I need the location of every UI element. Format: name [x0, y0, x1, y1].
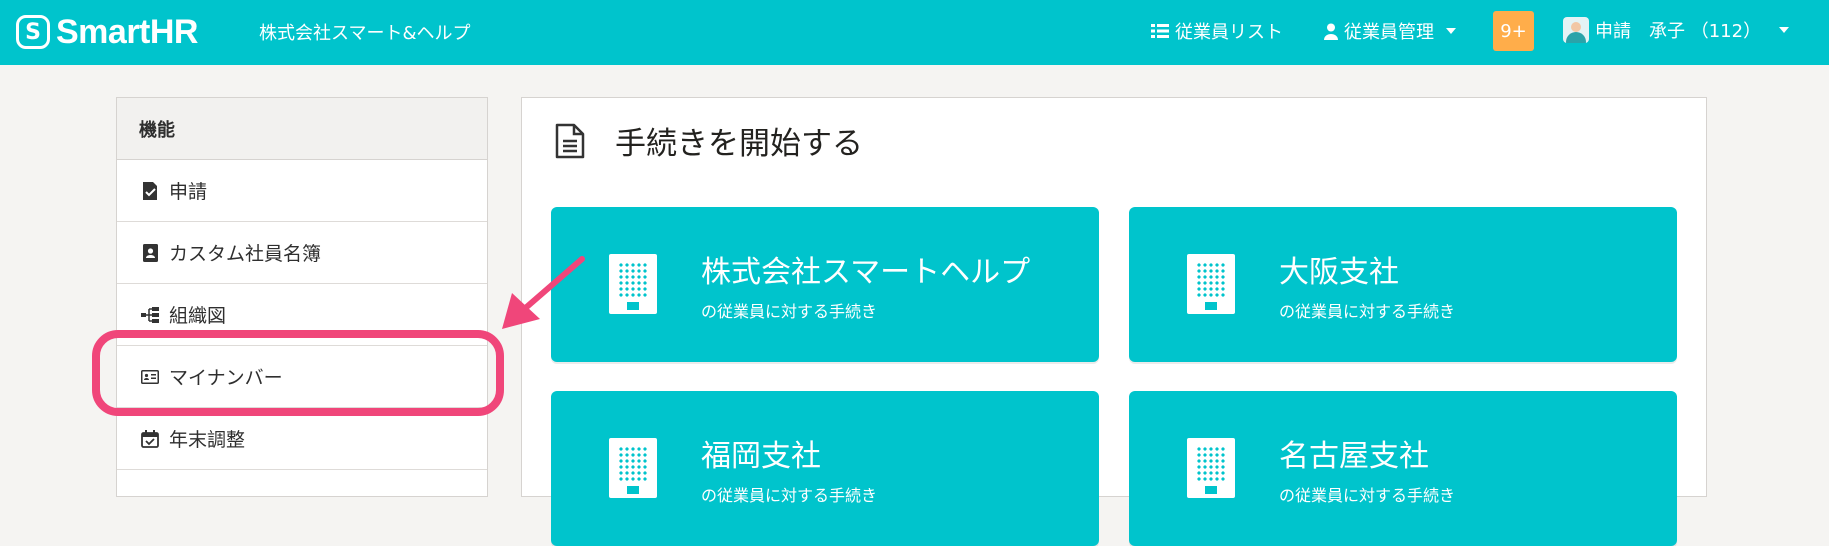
- card-name: 大阪支社: [1279, 255, 1399, 290]
- building-icon: [1187, 254, 1235, 314]
- sidebar-item-request[interactable]: 申請: [117, 160, 487, 222]
- company-name: 株式会社スマート&ヘルプ: [259, 23, 471, 44]
- card-name: 名古屋支社: [1279, 439, 1429, 474]
- smarthr-logo[interactable]: S SmartHR: [16, 12, 198, 52]
- sidebar-item-label: 申請: [169, 181, 208, 203]
- sidebar-item-label: 年末調整: [169, 429, 246, 451]
- request-icon: [141, 181, 159, 200]
- chevron-down-icon: [1446, 28, 1456, 34]
- building-icon: [609, 254, 657, 314]
- card-subtitle: の従業員に対する手続き: [701, 302, 878, 321]
- user-name: 申請 承子 （112）: [1595, 21, 1762, 42]
- list-icon: [1151, 24, 1169, 38]
- avatar: [1563, 17, 1589, 43]
- nav-employee-manage-label: 従業員管理: [1344, 22, 1434, 43]
- logo-mark-icon: S: [16, 15, 50, 49]
- sidebar-item-year-end-adjustment[interactable]: 年末調整: [117, 408, 487, 470]
- sidebar-item-label: カスタム社員名簿: [169, 243, 322, 265]
- sidebar-item-custom-directory[interactable]: カスタム社員名簿: [117, 222, 487, 284]
- address-book-icon: [141, 243, 159, 262]
- user-icon: [1324, 23, 1338, 40]
- company-card-fukuoka[interactable]: 福岡支社 の従業員に対する手続き: [551, 391, 1099, 546]
- card-subtitle: の従業員に対する手続き: [1279, 302, 1456, 321]
- card-name: 株式会社スマートヘルプ: [701, 255, 1031, 290]
- sidebar-heading: 機能: [117, 98, 487, 160]
- company-card-nagoya[interactable]: 名古屋支社 の従業員に対する手続き: [1129, 391, 1677, 546]
- nav-employee-list[interactable]: 従業員リスト: [1151, 18, 1283, 44]
- chevron-down-icon: [1779, 27, 1790, 33]
- user-menu[interactable]: 申請 承子 （112）: [1563, 17, 1790, 43]
- sidebar: 機能 申請 カスタム社員名簿 組織図 マイナンバー 年末調整: [116, 97, 488, 497]
- org-chart-icon: [141, 306, 159, 324]
- building-icon: [609, 438, 657, 498]
- company-card-osaka[interactable]: 大阪支社 の従業員に対する手続き: [1129, 207, 1677, 362]
- nav-employee-list-label: 従業員リスト: [1175, 22, 1283, 43]
- document-icon: [555, 123, 585, 158]
- top-nav-bar: S SmartHR 株式会社スマート&ヘルプ 従業員リスト 従業員管理 9+ 申…: [0, 0, 1829, 65]
- logo-text: SmartHR: [56, 12, 198, 51]
- page-title-text: 手続きを開始する: [615, 126, 863, 162]
- company-card-smarthelp[interactable]: 株式会社スマートヘルプ の従業員に対する手続き: [551, 207, 1099, 362]
- pointer-arrow-icon: [502, 256, 585, 329]
- sidebar-item-label: 組織図: [169, 305, 227, 327]
- nav-employee-manage[interactable]: 従業員管理: [1324, 18, 1456, 44]
- card-subtitle: の従業員に対する手続き: [701, 486, 878, 505]
- card-subtitle: の従業員に対する手続き: [1279, 486, 1456, 505]
- page-title: 手続きを開始する: [555, 118, 863, 163]
- card-name: 福岡支社: [701, 439, 821, 474]
- building-icon: [1187, 438, 1235, 498]
- notification-badge[interactable]: 9+: [1493, 11, 1534, 51]
- calendar-check-icon: [141, 429, 159, 448]
- highlight-box: [92, 330, 504, 416]
